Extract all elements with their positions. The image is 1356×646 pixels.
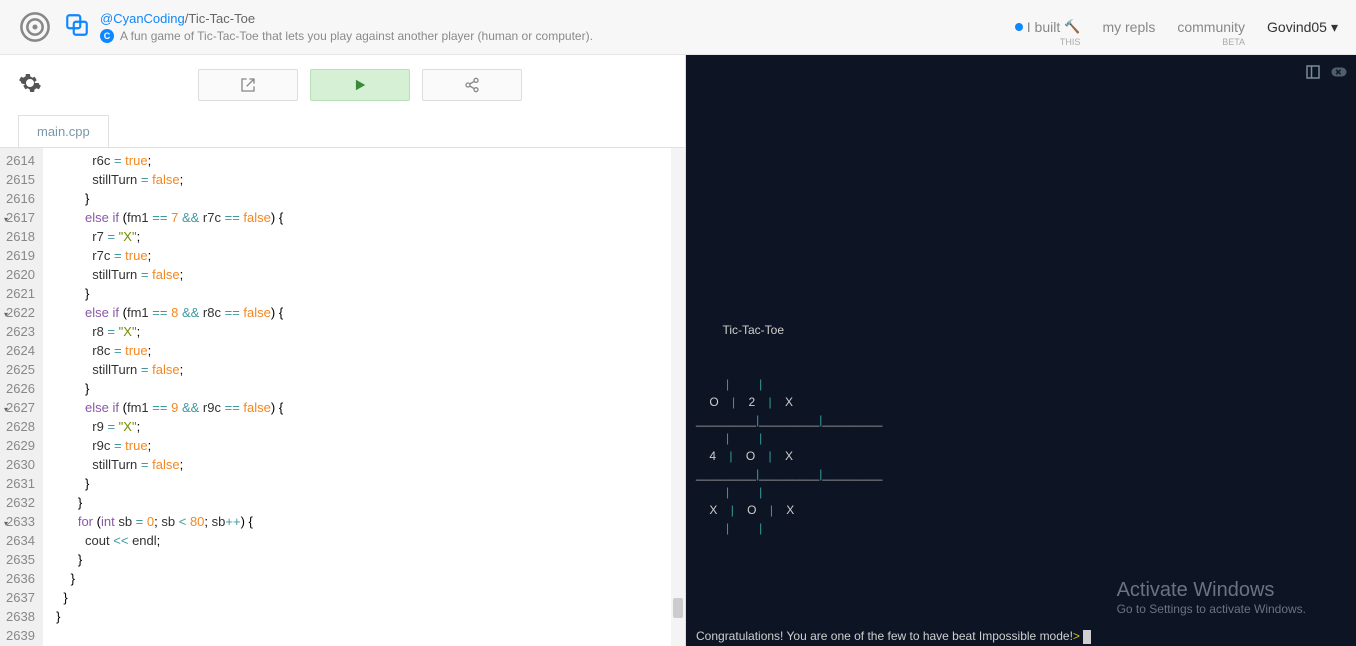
toolbar [0, 55, 685, 115]
replit-logo[interactable] [18, 10, 52, 44]
repl-title[interactable]: @CyanCoding/Tic-Tac-Toe [100, 11, 1015, 27]
run-button[interactable] [310, 69, 410, 101]
nav-myrepls[interactable]: my repls [1102, 19, 1155, 35]
terminal-tools [1304, 63, 1348, 84]
nav-community[interactable]: community BETA [1177, 19, 1245, 35]
nav-ibuilt[interactable]: I built 🔨 THIS [1015, 19, 1081, 35]
built-dot-icon [1015, 23, 1023, 31]
hammer-icon: 🔨 [1064, 19, 1080, 35]
tab-main-cpp[interactable]: main.cpp [18, 115, 109, 147]
file-tabs: main.cpp [0, 115, 685, 147]
gear-icon[interactable] [18, 71, 42, 100]
clear-icon[interactable] [1330, 63, 1348, 84]
repl-author[interactable]: @CyanCoding [100, 11, 185, 26]
editor-scrollbar[interactable] [671, 148, 685, 646]
scrollbar-thumb[interactable] [673, 598, 683, 618]
line-gutter: 2614261526162617▾26182619262026212622▾26… [0, 148, 43, 646]
editor-pane: main.cpp 2614261526162617▾26182619262026… [0, 55, 686, 646]
popout-icon[interactable] [1304, 63, 1322, 84]
header: @CyanCoding/Tic-Tac-Toe C A fun game of … [0, 0, 1356, 55]
terminal-output: Tic-Tac-Toe | | O | 2 | X _________|____… [686, 55, 1356, 646]
chevron-down-icon: ▾ [1331, 19, 1338, 36]
share-button[interactable] [422, 69, 522, 101]
repl-description: C A fun game of Tic-Tac-Toe that lets yo… [100, 29, 1015, 43]
terminal-pane[interactable]: Tic-Tac-Toe | | O | 2 | X _________|____… [686, 55, 1356, 646]
user-menu[interactable]: Govind05 ▾ [1267, 19, 1338, 36]
description-text: A fun game of Tic-Tac-Toe that lets you … [120, 29, 593, 43]
open-button[interactable] [198, 69, 298, 101]
nav: I built 🔨 THIS my repls community BETA G… [1015, 19, 1338, 36]
code-area[interactable]: r6c = true; stillTurn = false; } else if… [43, 148, 671, 646]
lang-icon: C [100, 29, 114, 43]
repl-info: @CyanCoding/Tic-Tac-Toe C A fun game of … [100, 11, 1015, 43]
main: main.cpp 2614261526162617▾26182619262026… [0, 55, 1356, 646]
code-editor[interactable]: 2614261526162617▾26182619262026212622▾26… [0, 147, 685, 646]
repl-name: /Tic-Tac-Toe [185, 11, 255, 26]
fork-icon[interactable] [64, 12, 90, 43]
